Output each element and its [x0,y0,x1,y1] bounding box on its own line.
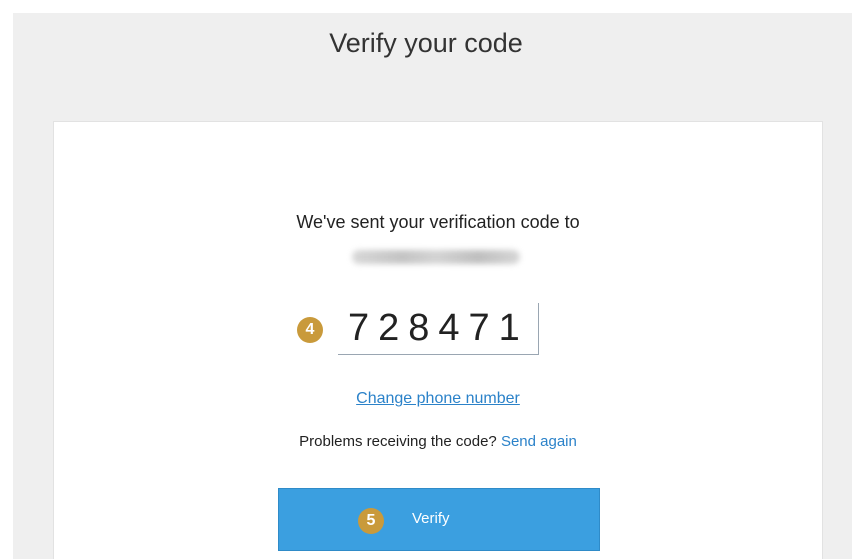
page-title: Verify your code [329,28,523,58]
blurred-phone-number [352,250,520,264]
change-phone-number-link[interactable]: Change phone number [0,390,852,408]
verify-button-label: Verify [412,510,450,527]
problems-text: Problems receiving the code? [299,433,497,450]
problems-receiving-line: Problems receiving the code? Send again [0,433,852,450]
send-again-link[interactable]: Send again [501,433,577,450]
step-badge-5: 5 [358,508,384,534]
sent-message: We've sent your verification code to [296,212,580,232]
verification-code-input[interactable] [338,303,539,355]
step-badge-4: 4 [297,317,323,343]
